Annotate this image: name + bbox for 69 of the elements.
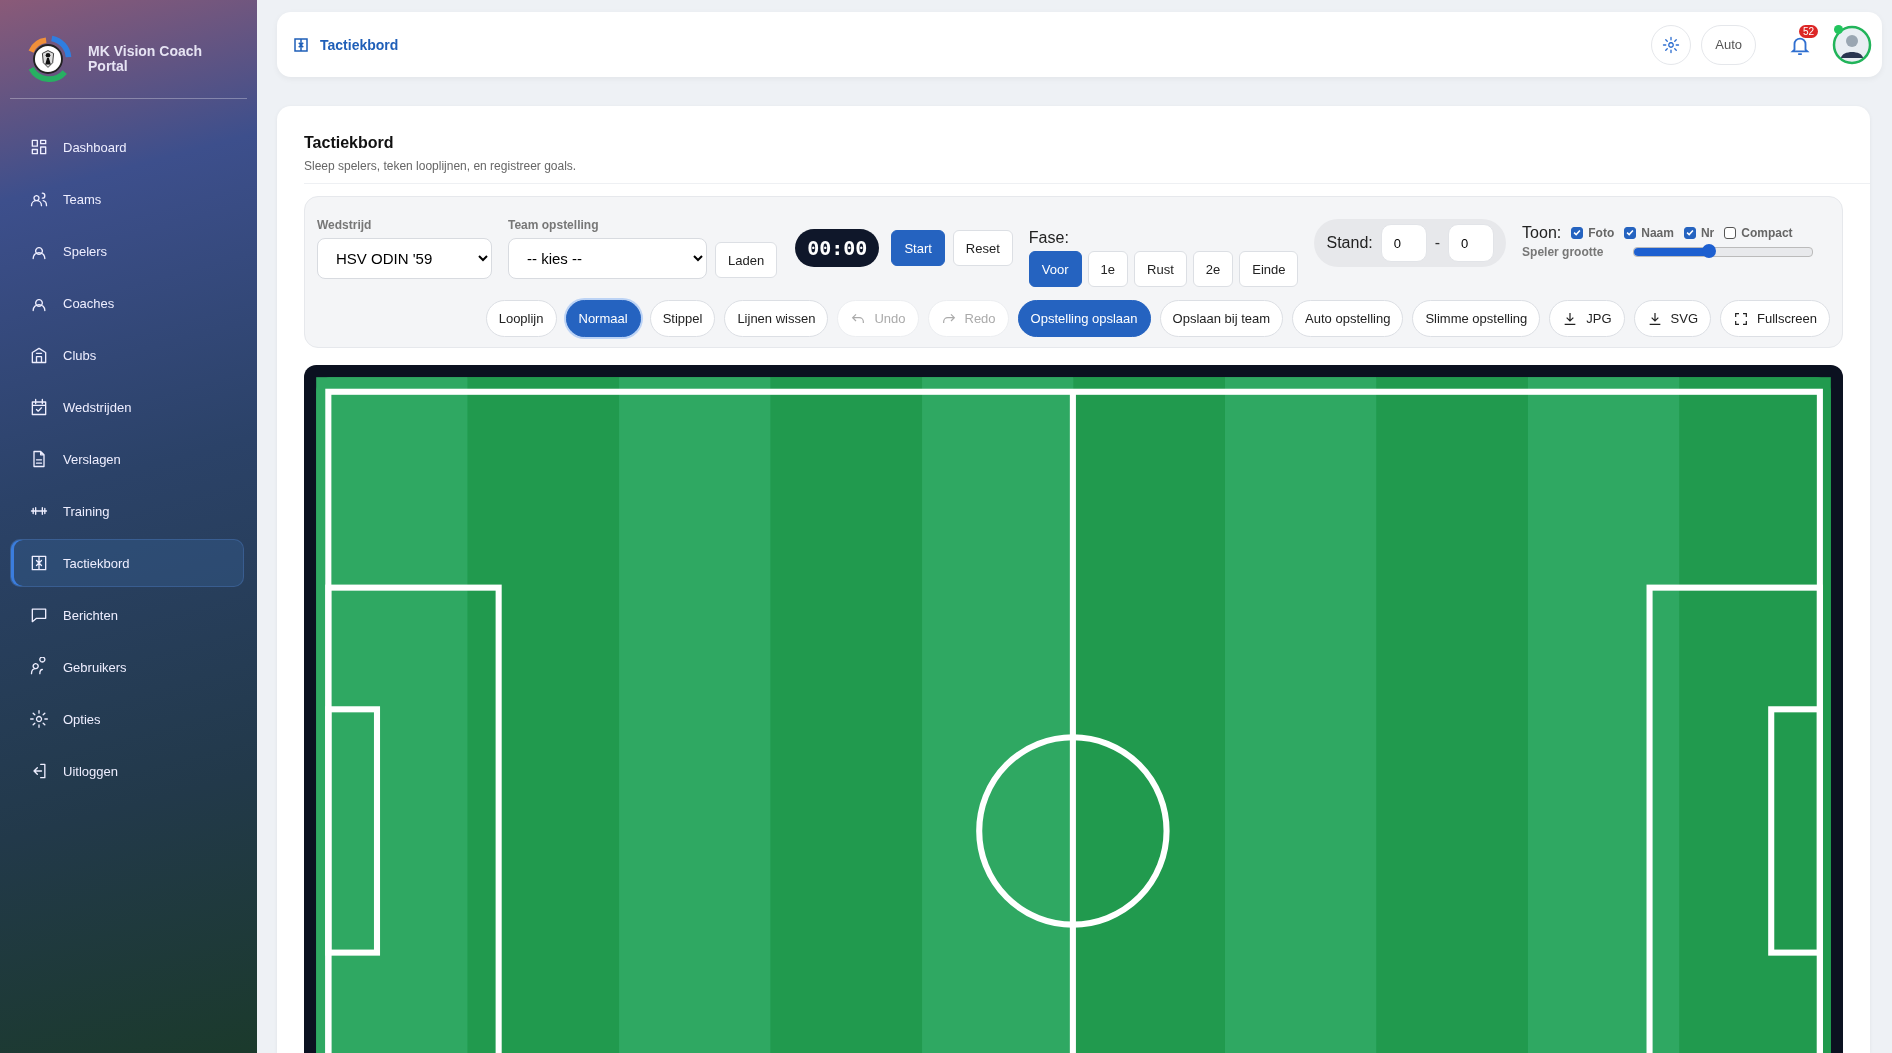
tool-button[interactable]: Opstelling opslaan (1017, 300, 1151, 337)
load-button[interactable]: Laden (715, 242, 778, 278)
sidebar-item[interactable]: Clubs (10, 331, 244, 379)
home-score-field[interactable]: 0 (1380, 224, 1427, 262)
phase-button[interactable]: 2e (1192, 251, 1234, 287)
tool-button[interactable]: Slimme opstelling (1412, 300, 1541, 337)
notifications-button[interactable]: 52 (1778, 24, 1822, 65)
theme-mode-button[interactable]: Auto (1701, 24, 1756, 65)
match-select[interactable]: HSV ODIN '59 (317, 237, 492, 279)
size-slider[interactable] (1633, 246, 1814, 257)
nav-icon (29, 137, 49, 157)
nav-icon (29, 397, 49, 417)
sidebar-item[interactable]: Berichten (10, 591, 244, 639)
tool-button[interactable]: Opslaan bij team (1159, 300, 1284, 337)
nav-icon (29, 553, 49, 573)
show-label: Toon: (1522, 223, 1562, 242)
show-checkbox[interactable]: Naam (1624, 225, 1674, 240)
sidebar-item[interactable]: Dashboard (10, 123, 244, 171)
tool-button[interactable]: Stippel (649, 300, 716, 337)
sidebar-item[interactable]: Teams (10, 175, 244, 223)
sidebar-item[interactable]: Training (10, 487, 244, 535)
card-title: Tactiekbord (304, 134, 395, 152)
nav-icon (29, 709, 49, 729)
sidebar-item[interactable]: Uitloggen (10, 747, 244, 795)
show-checkbox[interactable]: Compact (1724, 225, 1793, 240)
sun-icon (1662, 35, 1681, 54)
fullscreen-icon (1733, 310, 1750, 327)
sidebar-item[interactable]: Spelers (10, 227, 244, 275)
sidebar-item[interactable]: Opties (10, 695, 244, 743)
brand-name: MK Vision Coach Portal (88, 43, 204, 75)
avatar-icon[interactable] (1832, 24, 1872, 65)
show-checkbox[interactable]: Nr (1683, 225, 1715, 240)
card-subtitle: Sleep spelers, teken looplijnen, en registreer goals. (304, 159, 578, 173)
nav-icon (29, 657, 49, 677)
tool-button[interactable]: Normaal (565, 300, 641, 337)
notification-count: 52 (1798, 24, 1818, 38)
phase-button[interactable]: Rust (1134, 251, 1187, 287)
phase-button[interactable]: 1e (1087, 251, 1129, 287)
sidebar-item[interactable]: Tactiekbord (10, 539, 244, 587)
score-label: Stand: (1326, 234, 1373, 252)
page-title: Tactiekbord (320, 36, 399, 53)
reset-button[interactable]: Reset (952, 230, 1013, 266)
sidebar-item[interactable]: Verslagen (10, 435, 244, 483)
away-score-field[interactable]: 0 (1448, 224, 1495, 262)
tool-button[interactable]: Auto opstelling (1292, 300, 1404, 337)
tool-button[interactable]: JPG (1549, 300, 1625, 337)
check-icon (1625, 227, 1636, 238)
check-icon (1684, 227, 1695, 238)
tool-button[interactable]: Fullscreen (1720, 300, 1830, 337)
check-icon (1572, 227, 1583, 238)
start-button[interactable]: Start (891, 230, 945, 266)
score-separator: - (1434, 234, 1441, 252)
phase-label: Fase: (1028, 229, 1070, 247)
phase-button[interactable]: Einde (1239, 251, 1299, 287)
match-timer: 00:00 (795, 229, 880, 267)
nav-icon (29, 345, 49, 365)
sidebar-item[interactable]: Coaches (10, 279, 244, 327)
slider-label: Speler grootte (1522, 244, 1604, 259)
tool-button[interactable]: SVG (1633, 300, 1712, 337)
field-label: Team opstelling (508, 217, 600, 232)
tool-button[interactable]: Looplijn (485, 300, 557, 337)
lineup-select[interactable]: -- kies -- (508, 237, 707, 279)
tool-button[interactable]: Lijnen wissen (724, 300, 829, 337)
show-checkbox[interactable]: Foto (1571, 225, 1615, 240)
field-label: Wedstrijd (317, 217, 373, 232)
sidebar-item[interactable]: Wedstrijden (10, 383, 244, 431)
board-icon (292, 35, 310, 54)
sidebar-item[interactable]: Gebruikers (10, 643, 244, 691)
phase-button[interactable]: Voor (1028, 251, 1082, 287)
